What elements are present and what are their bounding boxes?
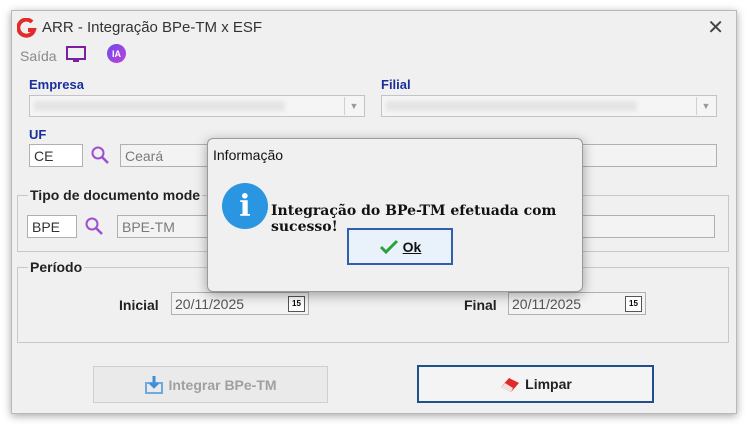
- final-label: Final: [464, 297, 497, 313]
- ok-label: Ok: [402, 238, 422, 255]
- inicial-date-value: 20/11/2025: [175, 296, 245, 312]
- empresa-select-blurred-value: [34, 101, 285, 111]
- chevron-down-icon[interactable]: ▼: [344, 97, 363, 115]
- check-icon: [379, 239, 398, 254]
- uf-label: UF: [29, 127, 47, 142]
- info-dialog: Informação i Integração do BPe-TM efetua…: [207, 138, 583, 292]
- title-bar: ARR - Integração BPe-TM x ESF ✕: [12, 11, 736, 45]
- limpar-button[interactable]: Limpar: [417, 365, 654, 403]
- filial-label: Filial: [381, 77, 411, 92]
- ok-button[interactable]: Ok: [347, 228, 453, 265]
- inicial-date-input[interactable]: 20/11/2025 15: [171, 292, 309, 315]
- limpar-label: Limpar: [525, 376, 572, 392]
- close-button[interactable]: ✕: [707, 15, 724, 40]
- empresa-label: Empresa: [29, 77, 84, 92]
- exit-label[interactable]: Saída: [20, 48, 57, 64]
- final-date-input[interactable]: 20/11/2025 15: [508, 292, 646, 315]
- integrar-button[interactable]: Integrar BPe-TM: [93, 366, 328, 403]
- uf-code-input[interactable]: CE: [29, 144, 83, 167]
- ia-label: IA: [112, 48, 121, 59]
- info-glyph: i: [239, 188, 251, 224]
- info-icon: i: [222, 183, 268, 229]
- dialog-title: Informação: [213, 147, 284, 163]
- search-icon[interactable]: [90, 145, 110, 165]
- eraser-icon: [501, 378, 520, 392]
- tipo-doc-code-input[interactable]: BPE: [27, 215, 77, 238]
- final-date-value: 20/11/2025: [512, 296, 582, 312]
- calendar-icon[interactable]: 15: [288, 296, 305, 312]
- periodo-title: Período: [28, 259, 85, 275]
- chevron-down-icon[interactable]: ▼: [696, 97, 715, 115]
- empresa-select[interactable]: ▼: [29, 95, 365, 117]
- app-logo-icon: [17, 18, 37, 38]
- download-icon: [145, 375, 164, 394]
- integrar-label: Integrar BPe-TM: [168, 376, 277, 393]
- search-icon[interactable]: [84, 216, 104, 236]
- inicial-label: Inicial: [119, 297, 159, 313]
- tipo-documento-title: Tipo de documento mode: [28, 187, 203, 203]
- ia-assistant-icon[interactable]: IA: [107, 44, 126, 63]
- window-title: ARR - Integração BPe-TM x ESF: [42, 19, 263, 36]
- filial-select[interactable]: ▼: [381, 95, 717, 117]
- monitor-icon[interactable]: [65, 45, 87, 65]
- filial-select-blurred-value: [386, 101, 637, 111]
- calendar-icon[interactable]: 15: [625, 296, 642, 312]
